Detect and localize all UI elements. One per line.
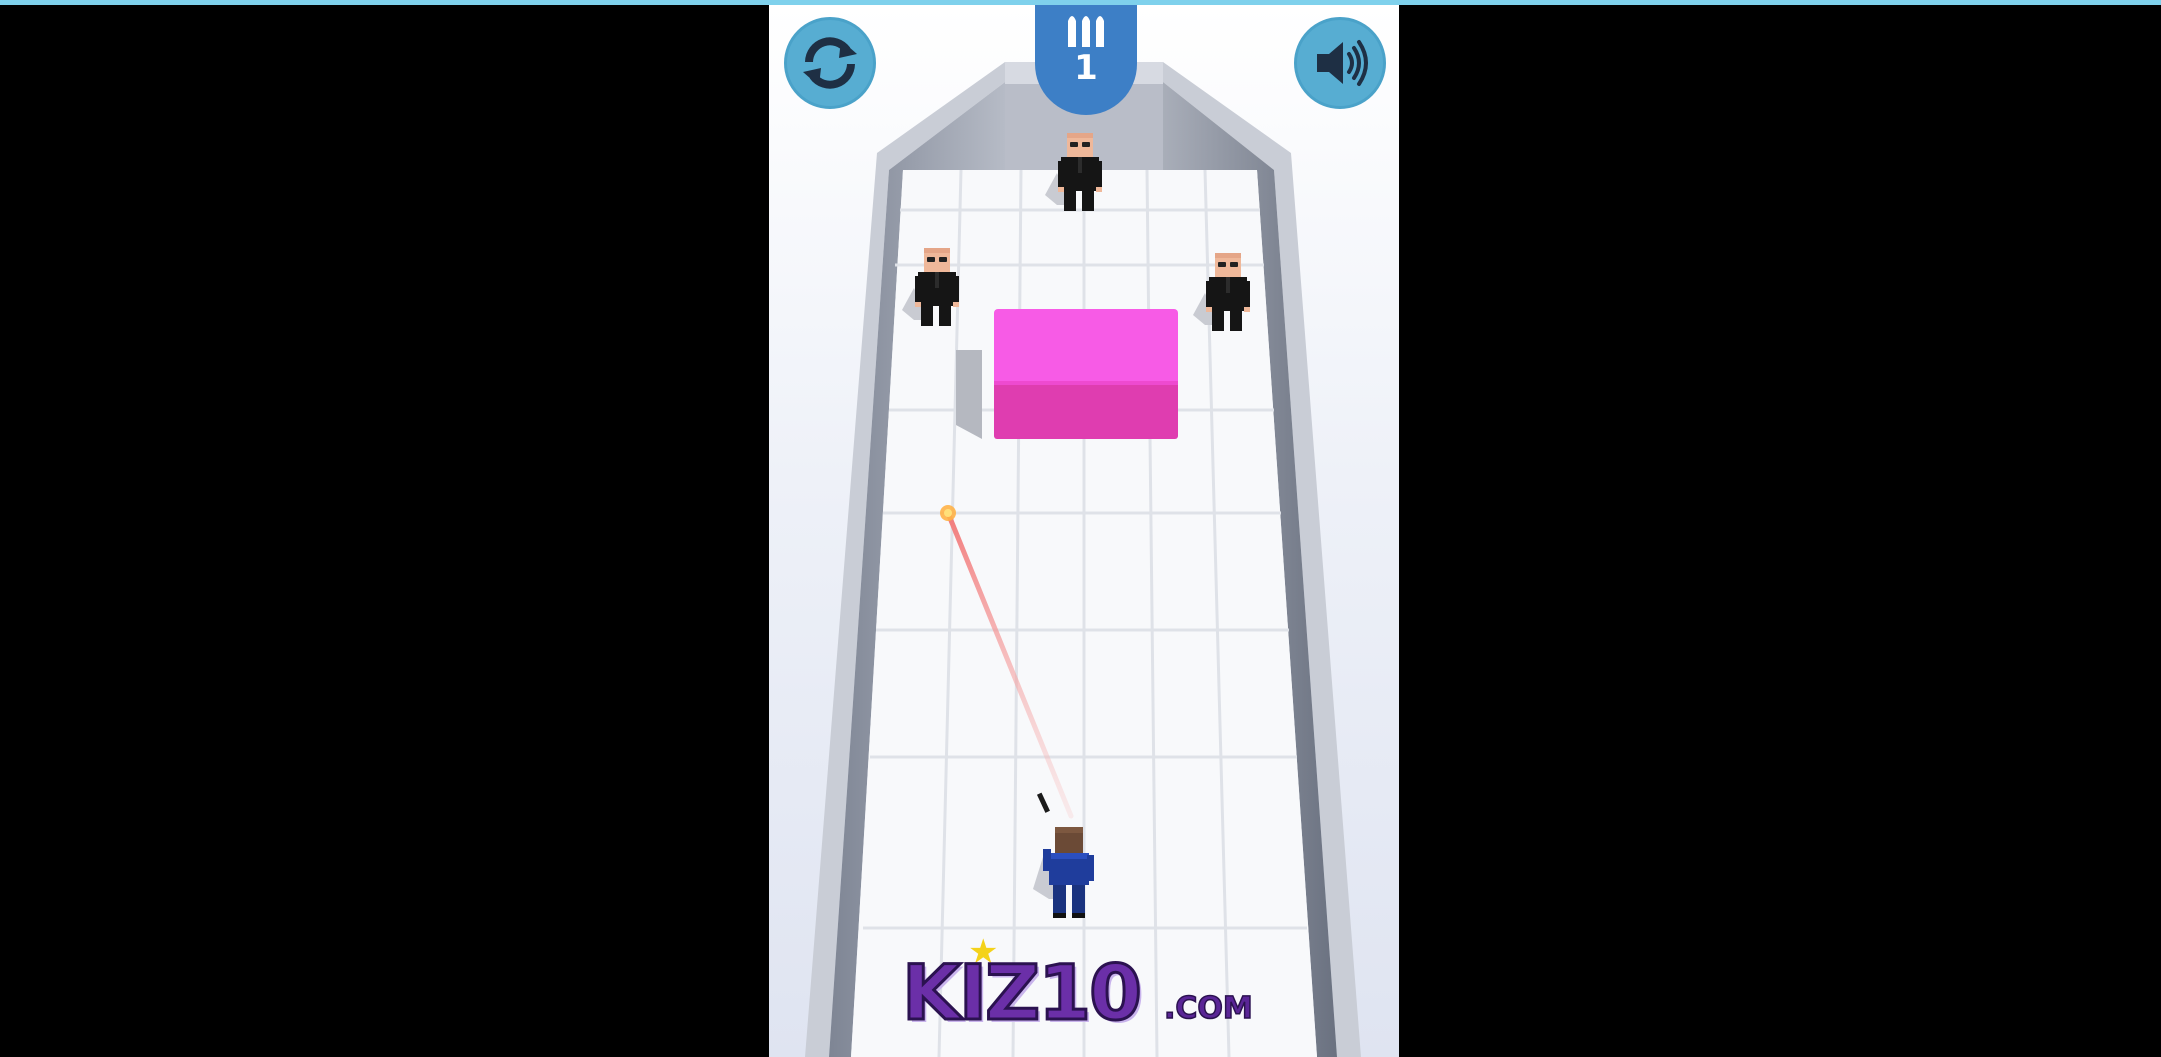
right-letterbox <box>1399 5 2161 1057</box>
game-scene <box>805 62 1361 1057</box>
logo-main-text: KIZ10 <box>900 948 1143 1037</box>
kiz10-logo[interactable]: ★ KIZ10 .COM <box>900 931 1282 1039</box>
obstacle-shadow <box>956 350 982 439</box>
ammo-count: 1 <box>1074 48 1098 88</box>
restart-button[interactable] <box>784 17 876 109</box>
bullets-icon <box>1068 16 1104 47</box>
logo-suffix-text: .COM <box>1163 991 1253 1026</box>
ammo-badge: 1 <box>1035 5 1137 115</box>
laser-tip-core <box>944 509 952 517</box>
game-canvas[interactable]: 1 ★ KIZ10 .COM <box>769 5 1399 1057</box>
left-letterbox <box>0 5 769 1057</box>
restart-arrows-icon <box>803 37 857 89</box>
pink-obstacle-block <box>994 309 1178 439</box>
speaker-icon <box>1317 40 1368 86</box>
sound-toggle-button[interactable] <box>1294 17 1386 109</box>
